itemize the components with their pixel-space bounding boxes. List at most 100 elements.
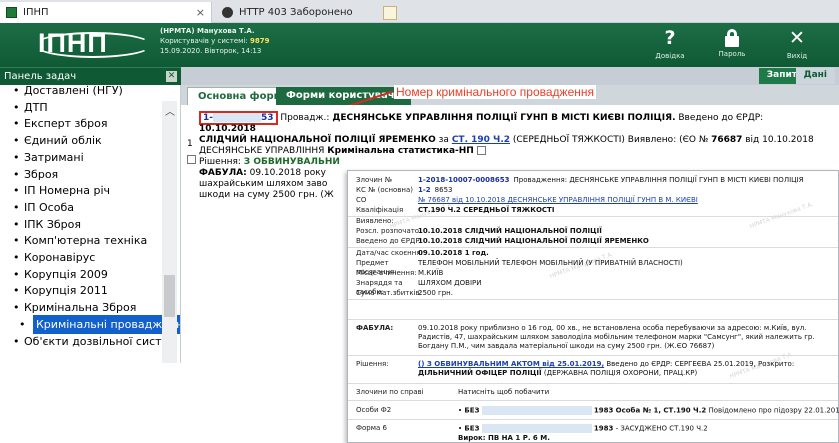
new-tab-button[interactable]	[378, 2, 402, 23]
detail-value: М.КИЇВ	[418, 269, 444, 277]
panel-close-icon[interactable]: ✕	[166, 71, 177, 82]
statistics-label: Кримінальна статистика-НП	[327, 146, 474, 156]
decision-entered: Введено до ЄРДР: СЕРГЕЄВА 25.01.2019, Ро…	[606, 360, 795, 368]
divider	[348, 400, 838, 401]
case-number-link[interactable]: 1-2	[418, 186, 431, 194]
help-icon: ?	[664, 27, 676, 49]
record-line-3: ДЕСНЯНСЬКЕ УПРАВЛІННЯ Кримінальна статис…	[199, 146, 819, 157]
person-name: БЕЗ	[464, 406, 480, 415]
unit-text: ДЕСНЯНСЬКЕ УПРАВЛІННЯ	[199, 146, 325, 156]
lock-icon	[725, 29, 739, 47]
detail-value: ТЕЛЕФОН МОБІЛЬНИЙ ТЕЛЕФОН МОБІЛЬНИЙ (У П…	[418, 259, 683, 267]
solved-unit: (ДЕРЖАВНА ПОЛІЦІЯ ОХОРОНИ, ПРАЦ.КР)	[543, 369, 698, 377]
password-button[interactable]: Пароль	[707, 27, 757, 58]
app: ІПНП (НРМТА) Мануxова Т.А. Користувачів …	[0, 23, 839, 443]
detail-label: КС № (основна)	[356, 186, 414, 194]
case-number-link[interactable]: 1-2018-10007-0008653	[418, 176, 510, 184]
crimes-link[interactable]: Натисніть щоб побачити	[458, 388, 839, 397]
exit-label: Вихід	[786, 52, 808, 60]
user-count: 9879	[249, 37, 270, 45]
sidebar-item[interactable]: Об'єкти дозвільної систем	[13, 332, 177, 351]
statistics-checkbox[interactable]	[476, 146, 486, 155]
new-tab-icon	[383, 5, 397, 20]
case-number-highlight: 1- 53	[199, 111, 278, 125]
detail-value: 10.10.2018 СЛІДЧИЙ НАЦІОНАЛЬНОЇ ПОЛІЦІЇ …	[418, 237, 649, 245]
scroll-thumb[interactable]	[164, 275, 175, 317]
erdr-label: Введено до ЄРДР:	[678, 113, 764, 123]
detail-label: Місце вчинення:	[356, 269, 417, 277]
annotation-label: Номер кримінального провадження	[394, 85, 597, 99]
investigator: СЛІДЧИЙ НАЦІОНАЛЬНОЇ ПОЛІЦІЇ ЯРЕМЕНКО	[199, 135, 436, 145]
browser-tab-ipnp[interactable]: ІПНП ×	[0, 2, 212, 23]
divider	[348, 383, 838, 384]
detail-label: Злочин №	[356, 176, 393, 184]
browser-tabstrip: ІПНП × HTTP 403 Заборонено	[0, 0, 839, 23]
browser-tab-title: ІПНП	[23, 7, 49, 18]
toolbar-bar: Запит Дані	[181, 67, 839, 85]
decision-label: Рішення:	[356, 360, 389, 368]
redacted-block	[481, 424, 592, 433]
solved-by: ДІЛЬНИЧНИЙ ОФІЦЕР ПОЛІЦІЇ	[418, 369, 542, 377]
detail-label: Кваліфікація	[356, 206, 404, 214]
logo-arc-icon	[34, 32, 152, 58]
help-label: Довідка	[655, 52, 685, 60]
detail-label: Введено до ЄРДР:	[356, 237, 422, 245]
password-label: Пароль	[718, 50, 746, 58]
proceeding-label: Провадж.:	[280, 113, 330, 123]
current-date: 15.09.2020. Вівторок, 14:13	[160, 47, 262, 55]
user-count-line: Користувачів у системі: 9879	[160, 36, 269, 46]
browser-tab-title: HTTP 403 Заборонено	[239, 7, 353, 18]
row-number: 1	[187, 139, 193, 149]
decision-label: Рішення:	[199, 157, 241, 167]
detail-value: 1-2018-10007-0008653 Провадження: ДЕСНЯНС…	[418, 176, 828, 185]
detail-value: СТ.190 Ч.2 СЕРЕДНЬОЇ ТЯЖКОСТІ	[418, 206, 555, 214]
divider	[348, 319, 838, 320]
persons-value: • БЕЗ 1983 Особа № 1, СТ.190 Ч.2 Повідом…	[458, 406, 839, 416]
tab-user-forms[interactable]: Форми користувача	[276, 87, 412, 105]
user-name: (НРМТА) Мануxова Т.А.	[160, 27, 255, 35]
decision-link[interactable]: () З ОБВИНУВАЛЬНИМ АКТОМ від 25.01.2019,	[418, 360, 604, 368]
detail-label: Розсл. розпочато:	[356, 227, 422, 235]
user-count-label: Користувачів у системі:	[160, 37, 248, 45]
task-panel-title: Панель задач	[4, 71, 77, 82]
persons-label: Особи Ф2	[356, 406, 392, 414]
close-icon: ✕	[789, 27, 805, 49]
detail-value: № 76687 від 10.10.2018 ДЕСНЯНСЬКЕ УПРАВЛ…	[418, 196, 698, 204]
record-line-2: СЛІДЧИЙ НАЦІОНАЛЬНОЇ ПОЛІЦІЇ ЯРЕМЕНКО за…	[199, 135, 819, 146]
decision-value: З ОБВИНУВАЛЬНИ	[243, 157, 340, 167]
help-button[interactable]: ? Довідка	[645, 27, 695, 60]
detail-value-text: 8653	[434, 186, 453, 194]
detail-value: 2500 грн.	[418, 289, 453, 297]
fabula-label: ФАБУЛА:	[199, 168, 247, 178]
browser-tab-403[interactable]: HTTP 403 Заборонено	[214, 2, 372, 23]
article-link[interactable]: СТ. 190 Ч.2	[452, 135, 510, 145]
data-button[interactable]: Дані	[795, 68, 835, 84]
proceeding-unit: ДЕСНЯНСЬКЕ УПРАВЛІННЯ ПОЛІЦІЇ ГУНП В МІС…	[332, 113, 676, 123]
detail-label: Дата/час скоєння:	[356, 249, 423, 257]
row-checkbox[interactable]	[187, 155, 196, 164]
person-number: Особа № 1, СТ.190 Ч.2	[615, 406, 707, 415]
detail-value: ШЛЯХОМ ДОВІРИ	[418, 279, 482, 287]
scroll-up-icon[interactable]: ︿	[165, 103, 175, 118]
exit-button[interactable]: ✕ Вихід	[772, 27, 822, 60]
decision-value: () З ОБВИНУВАЛЬНИМ АКТОМ від 25.01.2019,…	[418, 360, 828, 378]
record-line-1: 1- 53 Провадж.: ДЕСНЯНСЬКЕ УПРАВЛІННЯ ПОЛ…	[199, 111, 819, 135]
app-logo: ІПНП	[34, 28, 152, 60]
form6-label: Форма 6	[356, 424, 388, 432]
suspicion-notice: Повідомлено про підозру 22.01.2019 11:00	[708, 406, 839, 415]
erdr-date: 10.10.2018	[199, 124, 256, 134]
detail-value: 1-2 8653	[418, 186, 828, 195]
case-number-suffix[interactable]: 53	[261, 113, 274, 123]
sidebar-scrollbar[interactable]: ︿	[162, 101, 177, 363]
globe-favicon-icon	[222, 7, 233, 18]
detail-label: СО	[356, 196, 367, 204]
record-details-popup: НРМТА Мануxова Т.А. НРМТА Мануxова Т.А. …	[347, 170, 839, 443]
divider	[348, 355, 838, 356]
by-label: за	[438, 135, 449, 145]
sentence-status: - ЗАСУДЖЕНО СТ.190 Ч.2	[615, 424, 708, 433]
close-tab-icon[interactable]: ×	[196, 6, 205, 19]
case-number-prefix[interactable]: 1-	[203, 113, 213, 123]
app-header: ІПНП (НРМТА) Мануxова Т.А. Користувачів …	[0, 23, 839, 67]
task-panel-list: Доставлені (НГУ)ДТПЕксперт зброяЄдиний о…	[0, 85, 181, 363]
detail-value: 09.10.2018 1 год.	[418, 249, 489, 257]
